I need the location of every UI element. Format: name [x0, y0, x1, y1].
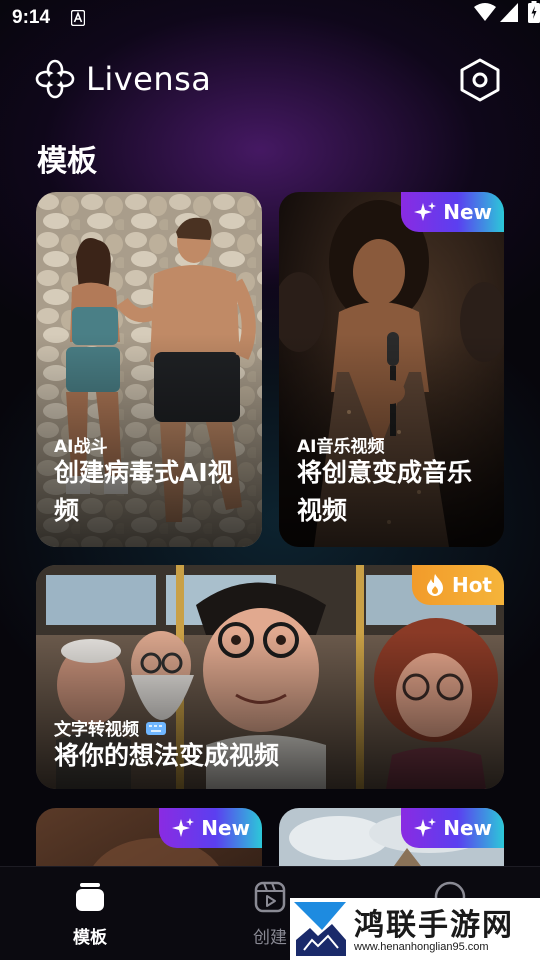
app-header: Livensa — [0, 52, 540, 108]
card-title: 将创意变成音乐 视频 — [297, 454, 472, 530]
watermark-logo — [292, 900, 348, 958]
card-title-line1: 将创意变成音乐 — [297, 458, 473, 487]
hot-badge: Hot — [411, 565, 504, 605]
flower-logo-icon — [35, 59, 75, 99]
card-title: 将你的想法变成视频 — [54, 741, 280, 770]
wifi-icon — [474, 3, 496, 21]
sparkle-icon — [414, 818, 437, 837]
badge-label: New — [201, 816, 250, 840]
card-title: 创建病毒式AI视 频 — [54, 454, 233, 530]
a-notification-icon — [71, 10, 85, 26]
badge-label: New — [443, 816, 492, 840]
battery-icon — [528, 1, 540, 23]
new-badge: New — [159, 808, 262, 848]
status-time: 9:14 — [12, 7, 51, 28]
card-title-line2: 视频 — [297, 496, 348, 525]
templates-icon — [76, 883, 104, 911]
site-watermark: 鸿联手游网 www.henanhonglian95.com — [290, 898, 540, 960]
new-badge: New — [401, 192, 504, 232]
nav-label-templates: 模板 — [73, 928, 107, 948]
nav-tab-templates[interactable]: 模板 — [30, 867, 150, 960]
app-title: Livensa — [86, 60, 212, 98]
section-title: 模板 — [37, 144, 97, 179]
new-badge: New — [401, 808, 504, 848]
card-title-line1: 创建病毒式AI视 — [54, 458, 233, 487]
template-card-ai-music[interactable]: New AI音乐视频 将创意变成音乐 视频 — [279, 192, 504, 547]
flame-icon — [426, 574, 443, 596]
badge-label: New — [443, 200, 492, 224]
sparkle-icon — [172, 818, 195, 837]
badge-label: Hot — [451, 573, 492, 597]
sparkle-icon — [414, 202, 437, 221]
watermark-url: www.henanhonglian95.com — [354, 941, 489, 953]
create-video-icon — [254, 881, 286, 913]
settings-button[interactable] — [456, 56, 504, 104]
template-card-ai-battle[interactable]: AI战斗 创建病毒式AI视 频 — [36, 192, 262, 547]
card-title-line2: 频 — [54, 496, 80, 525]
keyboard-icon — [146, 721, 166, 735]
hexagon-settings-icon — [460, 58, 500, 102]
watermark-title: 鸿联手游网 — [354, 908, 514, 943]
template-card-text-to-video[interactable]: Hot 文字转视频 将你的想法变成视频 — [36, 565, 504, 789]
signal-icon — [500, 3, 518, 22]
status-bar: 9:14 — [0, 0, 540, 38]
app-screen: 9:14 Livensa 模板 AI战斗 创建病毒式AI视 频 New AI音乐… — [0, 0, 540, 960]
